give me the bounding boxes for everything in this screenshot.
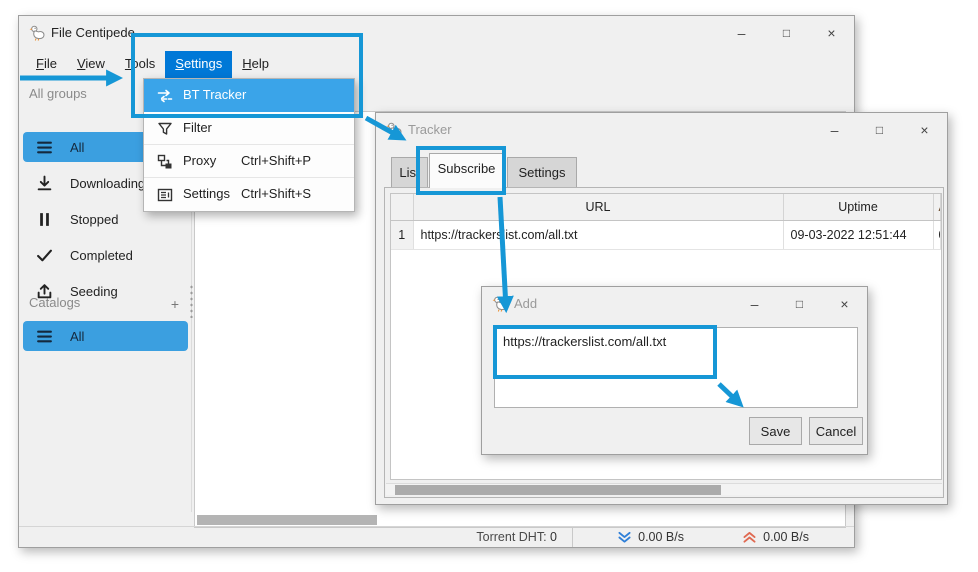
cell-row-number: 1 (391, 220, 413, 249)
tab-settings[interactable]: Settings (507, 157, 577, 188)
scrollbar-thumb[interactable] (395, 485, 721, 495)
table-header-row: URL Uptime A (391, 194, 941, 220)
check-icon (36, 247, 53, 264)
menu-item-shortcut: Ctrl+Shift+S (241, 186, 311, 201)
settings-icon (157, 187, 173, 203)
maximize-button[interactable]: □ (764, 16, 809, 50)
menu-icon (36, 328, 53, 345)
sidebar-item-label: Completed (70, 248, 133, 263)
save-button[interactable]: Save (749, 417, 802, 445)
header-uptime[interactable]: Uptime (783, 194, 933, 220)
maximize-button[interactable]: □ (857, 113, 902, 147)
download-speed-status: 0.00 B/s (617, 530, 684, 544)
cell-url[interactable]: https://trackerslist.com/all.txt (413, 220, 783, 249)
statusbar-divider (572, 527, 573, 547)
dht-label: Torrent DHT: (476, 530, 546, 544)
add-dialog-title: Add (514, 296, 537, 311)
minimize-button[interactable]: – (732, 287, 777, 321)
download-icon (36, 175, 53, 192)
close-button[interactable]: × (902, 113, 947, 147)
menu-item-label: Settings (183, 186, 230, 201)
add-catalog-button[interactable]: + (171, 296, 179, 312)
menu-item-shortcut: Ctrl+Shift+P (241, 153, 311, 168)
upload-speed-value: 0.00 B/s (763, 530, 809, 544)
sidebar-item-label: Downloading (70, 176, 145, 191)
subscription-table: URL Uptime A 1 https://trackerslist.com/… (391, 194, 941, 250)
pause-icon (36, 211, 53, 228)
menu-item-settings[interactable]: Settings Ctrl+Shift+S (144, 178, 354, 211)
minimize-button[interactable]: – (719, 16, 764, 50)
annotation-box-subscribe-tab (416, 146, 506, 195)
dht-status: Torrent DHT: 0 (476, 530, 557, 544)
add-dialog-titlebar[interactable]: Add – □ × (482, 287, 867, 321)
tracker-window-title: Tracker (408, 122, 452, 137)
sidebar-item-label: Stopped (70, 212, 118, 227)
maximize-button[interactable]: □ (777, 287, 822, 321)
sidebar-item-label: All (70, 140, 84, 155)
menu-item-label: Filter (183, 120, 212, 135)
filter-icon (157, 121, 173, 137)
sidebar-item-completed[interactable]: Completed (23, 240, 188, 270)
dht-value: 0 (550, 530, 557, 544)
annotation-box-url-text (493, 325, 717, 379)
app-icon-duck (492, 295, 509, 312)
statusbar: Torrent DHT: 0 0.00 B/s 0.00 B/s (19, 526, 854, 547)
annotation-box-settings-menu (131, 33, 363, 118)
main-window-title: File Centipede (51, 25, 135, 40)
catalog-item-label: All (70, 329, 84, 344)
menu-item-label: Proxy (183, 153, 216, 168)
app-icon-duck (29, 24, 46, 41)
app-icon-duck (386, 121, 403, 138)
catalog-item-all[interactable]: All (23, 321, 188, 351)
header-extra-clipped[interactable]: A (933, 194, 941, 220)
menu-view[interactable]: View (67, 51, 115, 79)
double-chevron-down-icon (617, 531, 632, 544)
table-row[interactable]: 1 https://trackerslist.com/all.txt 09-03… (391, 220, 941, 249)
close-button[interactable]: × (822, 287, 867, 321)
cancel-button[interactable]: Cancel (809, 417, 863, 445)
cell-extra-clipped: 09-0 (933, 220, 941, 249)
proxy-icon (157, 154, 173, 170)
main-horizontal-scrollbar[interactable] (197, 515, 377, 525)
double-chevron-up-icon (742, 531, 757, 544)
header-url[interactable]: URL (413, 194, 783, 220)
close-button[interactable]: × (809, 16, 854, 50)
screenshot-stage: File Centipede – □ × File View Tools Set… (0, 0, 978, 572)
upload-speed-status: 0.00 B/s (742, 530, 809, 544)
tracker-horizontal-scrollbar[interactable] (386, 483, 942, 495)
all-groups-label[interactable]: All groups (29, 86, 87, 101)
cell-uptime: 09-03-2022 12:51:44 (783, 220, 933, 249)
minimize-button[interactable]: – (812, 113, 857, 147)
menu-file[interactable]: File (26, 51, 67, 79)
catalogs-label: Catalogs (29, 295, 80, 310)
header-row-number (391, 194, 413, 220)
menu-item-proxy[interactable]: Proxy Ctrl+Shift+P (144, 145, 354, 178)
download-speed-value: 0.00 B/s (638, 530, 684, 544)
tracker-titlebar[interactable]: Tracker – □ × (376, 113, 947, 147)
catalogs-row: Catalogs + (29, 295, 187, 310)
menu-icon (36, 139, 53, 156)
